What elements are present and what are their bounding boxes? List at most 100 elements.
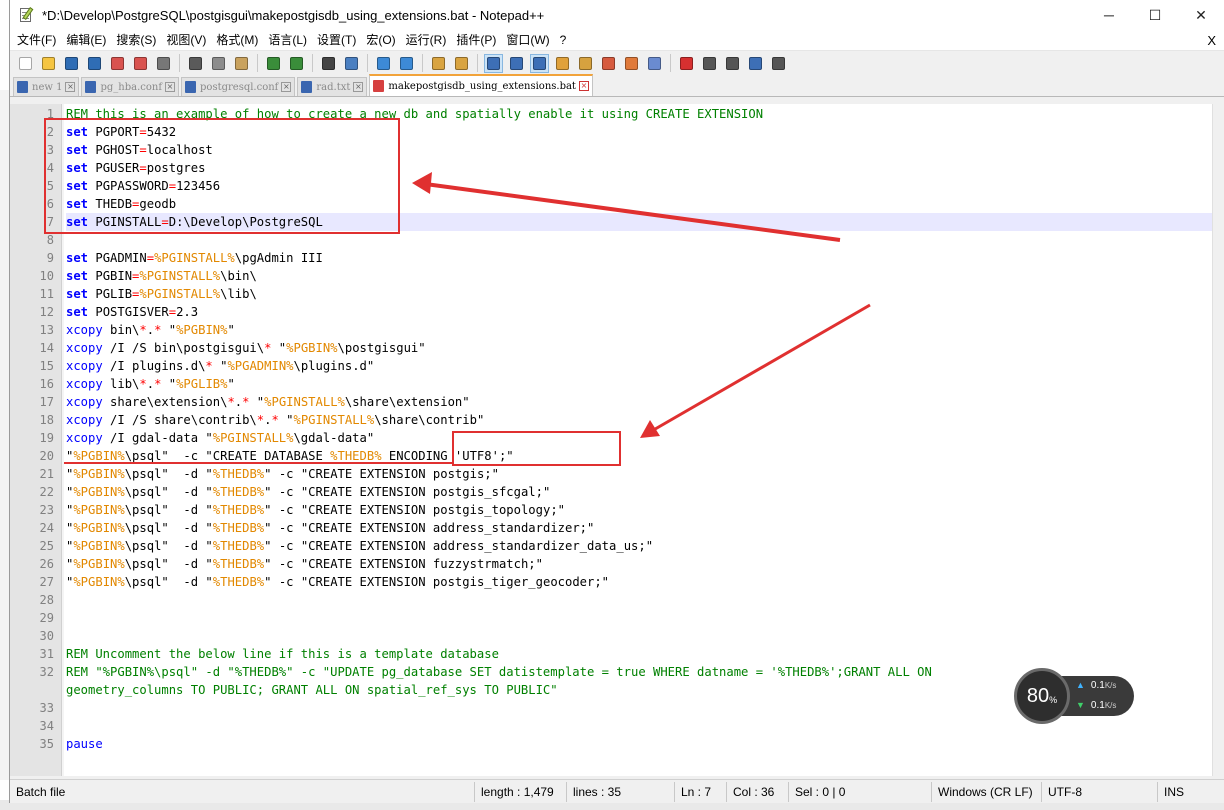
title-bar[interactable]: *D:\Develop\PostgreSQL\postgisgui\makepo… bbox=[10, 0, 1224, 30]
code-line[interactable] bbox=[66, 627, 1212, 645]
menu-item-11[interactable]: ? bbox=[555, 30, 572, 51]
code-token: * bbox=[139, 323, 147, 337]
code-line[interactable]: xcopy share\extension\*.* "%PGINSTALL%\s… bbox=[66, 393, 1212, 411]
code-line[interactable]: xcopy /I /S share\contrib\*.* "%PGINSTAL… bbox=[66, 411, 1212, 429]
close-all-button[interactable] bbox=[131, 54, 150, 73]
copy-button[interactable] bbox=[209, 54, 228, 73]
code-line[interactable]: "%PGBIN%\psql" -d "%THEDB%" -c "CREATE E… bbox=[66, 555, 1212, 573]
menu-item-3[interactable]: 视图(V) bbox=[161, 30, 211, 51]
network-speed-widget[interactable]: 80% ▲ 0.1K/s ▼ 0.1K/s bbox=[1014, 668, 1134, 724]
undo-button[interactable] bbox=[264, 54, 283, 73]
stop-record-button[interactable] bbox=[700, 54, 719, 73]
code-line[interactable]: xcopy /I plugins.d\* "%PGADMIN%\plugins.… bbox=[66, 357, 1212, 375]
play-multiple-button[interactable] bbox=[746, 54, 765, 73]
tab-3[interactable]: rad.txt × bbox=[297, 77, 368, 96]
zoom-out-button[interactable] bbox=[397, 54, 416, 73]
status-selection: Sel : 0 | 0 bbox=[789, 781, 932, 802]
code-line[interactable]: "%PGBIN%\psql" -d "%THEDB%" -c "CREATE E… bbox=[66, 501, 1212, 519]
code-token: " bbox=[278, 413, 294, 427]
replace-button[interactable] bbox=[342, 54, 361, 73]
lang-define-button[interactable] bbox=[553, 54, 572, 73]
code-line[interactable]: set POSTGISVER=2.3 bbox=[66, 303, 1212, 321]
word-wrap-button[interactable] bbox=[484, 53, 503, 73]
code-line[interactable]: set PGLIB=%PGINSTALL%\lib\ bbox=[66, 285, 1212, 303]
tab-close-icon[interactable]: × bbox=[281, 82, 292, 92]
cut-button[interactable] bbox=[186, 54, 205, 73]
tab-1[interactable]: pg_hba.conf × bbox=[81, 77, 180, 96]
show-all-chars-button[interactable] bbox=[507, 54, 526, 73]
monitoring-button[interactable] bbox=[645, 54, 664, 73]
play-macro-button[interactable] bbox=[723, 54, 742, 73]
save-macro-button[interactable] bbox=[769, 54, 788, 73]
code-line[interactable]: pause bbox=[66, 735, 1212, 753]
sync-horizontal-button[interactable] bbox=[452, 54, 471, 73]
toolbar-separator bbox=[367, 54, 368, 72]
menu-item-1[interactable]: 编辑(E) bbox=[61, 30, 111, 51]
code-line[interactable] bbox=[66, 591, 1212, 609]
code-line[interactable]: "%PGBIN%\psql" -d "%THEDB%" -c "CREATE E… bbox=[66, 519, 1212, 537]
menu-item-4[interactable]: 格式(M) bbox=[211, 30, 263, 51]
tab-close-icon[interactable]: × bbox=[353, 82, 364, 92]
close-button[interactable] bbox=[108, 54, 127, 73]
vertical-scrollbar[interactable] bbox=[1212, 104, 1224, 776]
toolbar-separator bbox=[312, 54, 313, 72]
menu-item-0[interactable]: 文件(F) bbox=[12, 30, 61, 51]
code-line[interactable]: "%PGBIN%\psql" -d "%THEDB%" -c "CREATE E… bbox=[66, 537, 1212, 555]
code-line[interactable] bbox=[66, 609, 1212, 627]
file-icon bbox=[185, 81, 197, 93]
close-window-button[interactable]: ✕ bbox=[1178, 0, 1224, 30]
menu-item-8[interactable]: 运行(R) bbox=[401, 30, 452, 51]
status-eol[interactable]: Windows (CR LF) bbox=[932, 781, 1042, 802]
menu-item-10[interactable]: 窗口(W) bbox=[501, 30, 554, 51]
folder-workspace-button[interactable] bbox=[622, 54, 641, 73]
code-line[interactable]: REM Uncomment the below line if this is … bbox=[66, 645, 1212, 663]
close-all-icon bbox=[134, 56, 147, 70]
menu-item-7[interactable]: 宏(O) bbox=[361, 30, 400, 51]
tab-0[interactable]: new 1 × bbox=[13, 77, 80, 96]
minimize-button[interactable]: ─ bbox=[1086, 0, 1132, 30]
save-button[interactable] bbox=[62, 54, 81, 73]
cut-icon bbox=[189, 56, 202, 70]
paste-icon bbox=[235, 56, 248, 70]
toolbar-separator bbox=[477, 54, 478, 72]
menu-item-5[interactable]: 语言(L) bbox=[263, 30, 312, 51]
tab-close-icon[interactable]: × bbox=[165, 82, 176, 92]
function-list-button[interactable] bbox=[599, 54, 618, 73]
paste-button[interactable] bbox=[232, 54, 251, 73]
menu-item-9[interactable]: 插件(P) bbox=[451, 30, 501, 51]
code-line[interactable]: xcopy /I gdal-data "%PGINSTALL%\gdal-dat… bbox=[66, 429, 1212, 447]
tab-2[interactable]: postgresql.conf × bbox=[181, 77, 296, 96]
code-line[interactable]: set PGADMIN=%PGINSTALL%\pgAdmin III bbox=[66, 249, 1212, 267]
print-button[interactable] bbox=[154, 54, 173, 73]
zoom-in-button[interactable] bbox=[374, 54, 393, 73]
code-line[interactable]: "%PGBIN%\psql" -d "%THEDB%" -c "CREATE E… bbox=[66, 465, 1212, 483]
new-file-button[interactable] bbox=[16, 54, 35, 73]
indent-guide-button[interactable] bbox=[530, 53, 549, 73]
record-macro-button[interactable] bbox=[677, 54, 696, 73]
open-file-button[interactable] bbox=[39, 54, 58, 73]
redo-button[interactable] bbox=[287, 54, 306, 73]
code-line[interactable]: "%PGBIN%\psql" -d "%THEDB%" -c "CREATE E… bbox=[66, 573, 1212, 591]
line-number: 27 bbox=[39, 575, 54, 589]
close-document-button[interactable]: X bbox=[1207, 30, 1216, 51]
menu-item-2[interactable]: 搜索(S) bbox=[111, 30, 161, 51]
code-line[interactable]: xcopy lib\*.* "%PGLIB%" bbox=[66, 375, 1212, 393]
code-line[interactable]: xcopy bin\*.* "%PGBIN%" bbox=[66, 321, 1212, 339]
doc-map-button[interactable] bbox=[576, 54, 595, 73]
tab-close-icon[interactable]: × bbox=[578, 81, 589, 91]
code-line[interactable]: set PGBIN=%PGINSTALL%\bin\ bbox=[66, 267, 1212, 285]
status-encoding[interactable]: UTF-8 bbox=[1042, 781, 1158, 802]
play-macro-icon bbox=[726, 56, 739, 70]
code-token: " bbox=[161, 323, 177, 337]
menu-item-6[interactable]: 设置(T) bbox=[312, 30, 361, 51]
sync-vertical-button[interactable] bbox=[429, 54, 448, 73]
maximize-button[interactable]: ☐ bbox=[1132, 0, 1178, 30]
download-rate-unit: K/s bbox=[1104, 701, 1117, 710]
code-line[interactable]: "%PGBIN%\psql" -d "%THEDB%" -c "CREATE E… bbox=[66, 483, 1212, 501]
line-number: 24 bbox=[39, 521, 54, 535]
save-all-button[interactable] bbox=[85, 54, 104, 73]
find-button[interactable] bbox=[319, 54, 338, 73]
tab-close-icon[interactable]: × bbox=[65, 82, 76, 92]
code-line[interactable]: xcopy /I /S bin\postgisgui\* "%PGBIN%\po… bbox=[66, 339, 1212, 357]
tab-4[interactable]: makepostgisdb_using_extensions.bat × bbox=[369, 74, 593, 96]
